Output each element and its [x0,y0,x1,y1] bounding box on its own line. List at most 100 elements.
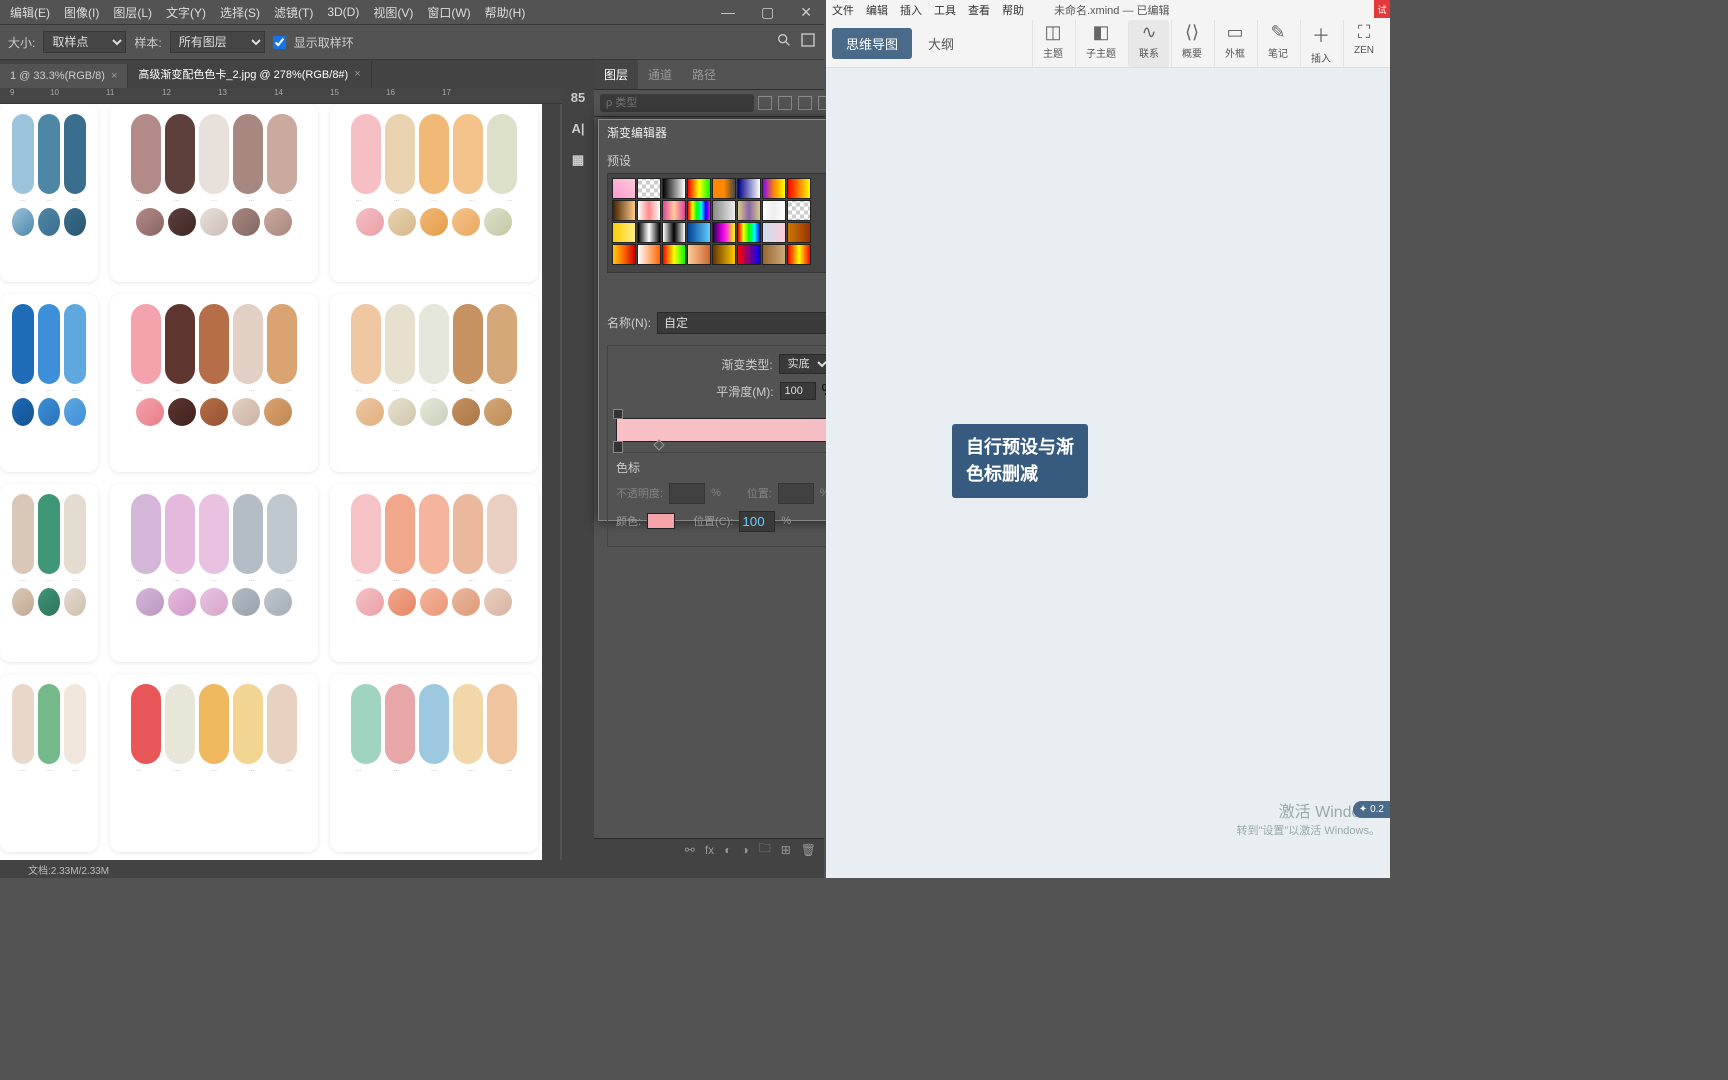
preset-swatch[interactable] [712,178,736,199]
color-stop[interactable] [613,441,623,453]
preset-swatch[interactable] [687,222,711,243]
sample-select[interactable]: 所有图层 [170,31,265,53]
panel-icon[interactable] [800,32,816,53]
preset-swatch[interactable] [662,178,686,199]
preset-swatch[interactable] [662,200,686,221]
trash-icon[interactable]: 🗑 [801,843,816,857]
preset-swatch[interactable] [637,244,661,265]
fx-icon[interactable]: fx [705,843,714,857]
close-icon[interactable]: ✕ [794,2,818,23]
maximize-icon[interactable]: ▢ [755,2,780,23]
menu-item[interactable]: 插入 [900,2,922,18]
menu-item[interactable]: 滤镜(T) [268,2,319,23]
close-icon[interactable]: × [354,68,360,80]
preset-swatch[interactable] [737,244,761,265]
doc-tab[interactable]: 高级渐变配色色卡_2.jpg @ 278%(RGB/8#)× [128,60,371,88]
doc-tab[interactable]: 1 @ 33.3%(RGB/8)× [0,64,128,88]
menu-item[interactable]: 帮助 [1002,2,1024,18]
canvas[interactable]: ········································… [0,104,560,860]
opacity-stop[interactable] [613,409,623,419]
mask-icon[interactable]: ◐ [724,843,731,857]
folder-icon[interactable]: 🗀 [759,839,771,860]
preset-swatch[interactable] [637,222,661,243]
menu-item[interactable]: 图像(I) [58,2,105,23]
menu-item[interactable]: 帮助(H) [479,2,532,23]
preset-swatch[interactable] [762,200,786,221]
history-icon[interactable]: 85 [571,90,585,105]
xm-tool-联系[interactable]: ∿联系 [1128,20,1169,67]
tab-outline[interactable]: 大纲 [914,28,968,59]
preset-swatch[interactable] [737,222,761,243]
color-swatch [199,494,229,574]
xm-canvas[interactable]: 自行预设与渐 色标删减 激活 Windows 转到"设置"以激活 Windows… [826,68,1390,878]
xm-tool-子主题[interactable]: ◧子主题 [1075,20,1126,67]
preset-swatch[interactable] [787,200,811,221]
menu-item[interactable]: 窗口(W) [421,2,476,23]
preset-swatch[interactable] [662,244,686,265]
tab-layers[interactable]: 图层 [594,60,638,89]
filter-image-icon[interactable] [758,96,772,110]
xm-tool-主题[interactable]: ◫主题 [1032,20,1073,67]
preset-swatch[interactable] [762,244,786,265]
preset-swatch[interactable] [662,222,686,243]
type-select[interactable]: 实底 [779,354,831,374]
menu-item[interactable]: 选择(S) [214,2,266,23]
preset-swatch[interactable] [637,200,661,221]
zoom-indicator[interactable]: ✦ 0.2 [1353,801,1390,818]
preset-swatch[interactable] [687,244,711,265]
preset-swatch[interactable] [737,200,761,221]
preset-swatch[interactable] [612,200,636,221]
tab-mindmap[interactable]: 思维导图 [832,28,912,59]
position2-input[interactable] [739,511,775,532]
menu-item[interactable]: 查看 [968,2,990,18]
preset-swatch[interactable] [787,178,811,199]
trial-badge[interactable]: 试 [1374,0,1390,18]
paragraph-icon[interactable]: ▦ [572,152,584,168]
color-swatch[interactable] [647,513,675,529]
menu-item[interactable]: 视图(V) [367,2,419,23]
filter-adjust-icon[interactable] [778,96,792,110]
smooth-input[interactable] [780,382,816,400]
preset-swatch[interactable] [737,178,761,199]
preset-box[interactable] [607,173,857,273]
menu-item[interactable]: 编辑(E) [4,2,56,23]
xm-tool-ZEN[interactable]: ⛶ZEN [1343,20,1384,67]
midpoint[interactable] [653,439,664,450]
xm-tool-笔记[interactable]: ✎笔记 [1257,20,1298,67]
preset-swatch[interactable] [687,178,711,199]
close-icon[interactable]: × [111,70,117,82]
size-select[interactable]: 取样点 [43,31,126,53]
preset-swatch[interactable] [612,222,636,243]
preset-swatch[interactable] [762,222,786,243]
show-ring-checkbox[interactable] [273,36,286,49]
tab-paths[interactable]: 路径 [682,60,726,89]
tab-channels[interactable]: 通道 [638,60,682,89]
xm-tool-插入[interactable]: ＋插入 [1300,20,1341,67]
link-icon[interactable]: ⚯ [685,843,695,857]
preset-swatch[interactable] [762,178,786,199]
menu-item[interactable]: 文字(Y) [160,2,212,23]
preset-swatch[interactable] [687,200,711,221]
menu-item[interactable]: 文件 [832,2,854,18]
layer-filter-input[interactable] [600,94,754,112]
menu-item[interactable]: 3D(D) [321,3,365,21]
preset-swatch[interactable] [612,178,636,199]
character-icon[interactable]: A| [571,121,584,136]
new-layer-icon[interactable]: ⊞ [781,843,791,857]
xm-tool-概要[interactable]: ⟨⟩概要 [1171,20,1212,67]
xm-tool-外框[interactable]: ▭外框 [1214,20,1255,67]
preset-swatch[interactable] [637,178,661,199]
menu-item[interactable]: 工具 [934,2,956,18]
menu-item[interactable]: 编辑 [866,2,888,18]
filter-type-icon[interactable] [798,96,812,110]
preset-swatch[interactable] [787,222,811,243]
search-icon[interactable] [776,32,792,53]
preset-swatch[interactable] [712,222,736,243]
menu-item[interactable]: 图层(L) [107,2,158,23]
preset-swatch[interactable] [612,244,636,265]
minimize-icon[interactable]: — [715,2,741,23]
preset-swatch[interactable] [787,244,811,265]
preset-swatch[interactable] [712,200,736,221]
preset-swatch[interactable] [712,244,736,265]
fill-icon[interactable]: ◑ [741,843,748,857]
